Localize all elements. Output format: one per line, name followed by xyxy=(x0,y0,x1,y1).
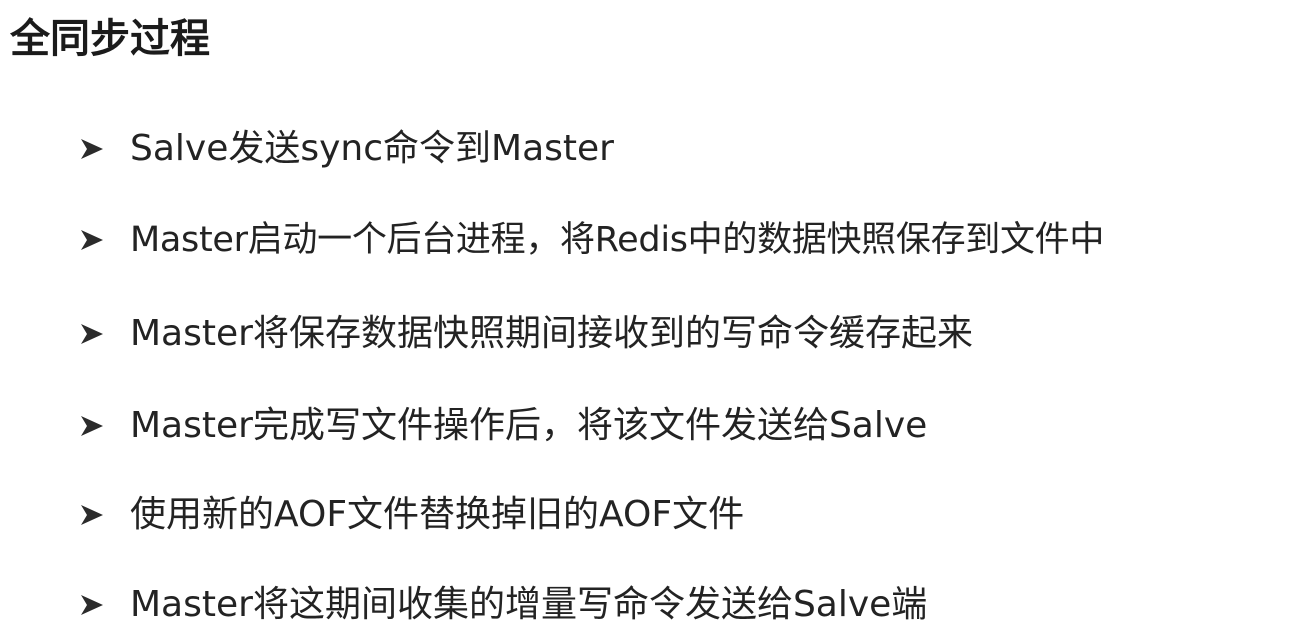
bullet-text: 使用新的AOF文件替换掉旧的AOF文件 xyxy=(130,494,745,535)
list-item: 使用新的AOF文件替换掉旧的AOF文件 xyxy=(78,490,744,540)
bullet-text: Salve发送sync命令到Master xyxy=(130,128,614,169)
bullet-list: Salve发送sync命令到Master Master启动一个后台进程，将Red… xyxy=(0,0,1310,636)
bullet-text: Master完成写文件操作后，将该文件发送给Salve xyxy=(130,405,928,446)
list-item: Salve发送sync命令到Master xyxy=(78,124,614,174)
arrowhead-bullet-icon xyxy=(78,501,106,529)
arrowhead-bullet-icon xyxy=(78,135,106,163)
bullet-text: Master启动一个后台进程，将Redis中的数据快照保存到文件中 xyxy=(130,220,1105,260)
bullet-text: Master将这期间收集的增量写命令发送给Salve端 xyxy=(130,584,928,625)
arrowhead-bullet-icon xyxy=(78,320,106,348)
slide: 全同步过程 Salve发送sync命令到Master Master启动一个后台进… xyxy=(0,0,1310,636)
arrowhead-bullet-icon xyxy=(78,226,106,254)
arrowhead-bullet-icon xyxy=(78,412,106,440)
list-item: Master将保存数据快照期间接收到的写命令缓存起来 xyxy=(78,309,973,359)
arrowhead-bullet-icon xyxy=(78,591,106,619)
list-item: Master启动一个后台进程，将Redis中的数据快照保存到文件中 xyxy=(78,215,1104,265)
list-item: Master完成写文件操作后，将该文件发送给Salve xyxy=(78,401,927,451)
list-item: Master将这期间收集的增量写命令发送给Salve端 xyxy=(78,580,927,630)
bullet-text: Master将保存数据快照期间接收到的写命令缓存起来 xyxy=(130,313,973,354)
